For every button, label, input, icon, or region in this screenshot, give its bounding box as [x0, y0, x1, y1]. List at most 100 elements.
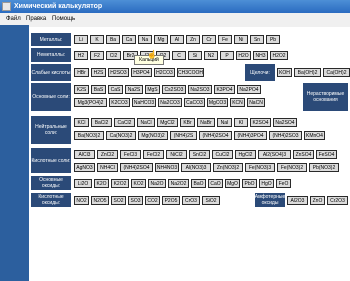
reagent-button[interactable]: P2O5 [162, 196, 180, 205]
reagent-button[interactable]: SO3 [128, 196, 143, 205]
reagent-button[interactable]: Li [74, 35, 88, 44]
reagent-button[interactable]: BaS [91, 85, 106, 94]
reagent-button[interactable]: (NH4)2S [170, 131, 197, 140]
reagent-button[interactable]: CO2 [145, 196, 160, 205]
reagent-button[interactable]: Ba(OH)2 [294, 68, 321, 77]
reagent-button[interactable]: N2O5 [91, 196, 109, 205]
output-area[interactable] [31, 207, 350, 281]
reagent-button[interactable]: Fe(NO3)3 [245, 163, 275, 172]
reagent-button[interactable]: P [220, 51, 234, 60]
reagent-button[interactable]: Cr [202, 35, 216, 44]
reagent-button[interactable]: MgCl2 [157, 118, 178, 127]
reagent-button[interactable]: K3PO4 [214, 85, 235, 94]
reagent-button[interactable]: Na2SO3 [188, 85, 212, 94]
reagent-button[interactable]: FeSO4 [316, 150, 337, 159]
reagent-button[interactable]: K2S [74, 85, 89, 94]
reagent-button[interactable]: CrO3 [182, 196, 200, 205]
reagent-button[interactable]: Al(NO3)3 [181, 163, 211, 172]
reagent-button[interactable]: N2 [204, 51, 218, 60]
reagent-button[interactable]: Mg(NO3)2 [138, 131, 168, 140]
reagent-button[interactable]: K2O [94, 179, 109, 188]
reagent-button[interactable]: Ca(OH)2 [323, 68, 350, 77]
reagent-button[interactable]: Cr2O3 [327, 196, 348, 205]
reagent-button[interactable]: MgO [225, 179, 240, 188]
reagent-button[interactable]: KI [234, 118, 248, 127]
menu-edit[interactable]: Правка [26, 14, 46, 25]
reagent-button[interactable]: Zn(NO3)2 [213, 163, 243, 172]
reagent-button[interactable]: NaCl [137, 118, 155, 127]
reagent-button[interactable]: NaHCO3 [132, 98, 156, 107]
reagent-button[interactable]: H2CO3 [154, 68, 175, 77]
reagent-button[interactable]: Na2O2 [168, 179, 189, 188]
reagent-button[interactable]: K2O2 [111, 179, 129, 188]
reagent-button[interactable]: SnCl2 [189, 150, 210, 159]
reagent-button[interactable]: Fe [218, 35, 232, 44]
reagent-button[interactable]: KO2 [131, 179, 146, 188]
reagent-button[interactable]: KOH [277, 68, 292, 77]
reagent-button[interactable]: PbO [242, 179, 257, 188]
reagent-button[interactable]: NH4Cl [97, 163, 118, 172]
reagent-button[interactable]: FeCl3 [120, 150, 141, 159]
reagent-button[interactable]: HBr [74, 68, 89, 77]
reagent-button[interactable]: Fe(NO3)2 [277, 163, 307, 172]
reagent-button[interactable]: NiCl2 [166, 150, 187, 159]
reagent-button[interactable]: KCN [230, 98, 245, 107]
reagent-button[interactable]: MgS [145, 85, 160, 94]
reagent-button[interactable]: MgCO3 [207, 98, 228, 107]
reagent-button[interactable]: CuCl2 [212, 150, 233, 159]
reagent-button[interactable]: H2O [236, 51, 251, 60]
reagent-button[interactable]: K [90, 35, 104, 44]
reagent-button[interactable]: Na2O [148, 179, 166, 188]
reagent-button[interactable]: Na [138, 35, 152, 44]
reagent-button[interactable]: Al2(SO4)3 [258, 150, 291, 159]
reagent-button[interactable]: H2 [74, 51, 88, 60]
reagent-button[interactable]: CH3COOH [177, 68, 204, 77]
reagent-button[interactable]: Na2CO3 [158, 98, 182, 107]
reagent-button[interactable]: (NH4)3PO4 [234, 131, 267, 140]
reagent-button[interactable]: FeCl2 [143, 150, 164, 159]
reagent-button[interactable]: H2SO3 [108, 68, 129, 77]
reagent-button[interactable]: KBr [180, 118, 195, 127]
reagent-button[interactable]: Al [170, 35, 184, 44]
reagent-button[interactable]: (NH4)2SO4 [199, 131, 232, 140]
reagent-button[interactable]: H3PO4 [131, 68, 152, 77]
reagent-button[interactable]: Mg [154, 35, 168, 44]
reagent-button[interactable]: Zn [186, 35, 200, 44]
reagent-button[interactable]: Ca(NO3)2 [106, 131, 136, 140]
reagent-button[interactable]: ZnO [310, 196, 325, 205]
reagent-button[interactable]: Al2O3 [287, 196, 308, 205]
reagent-button[interactable]: NH3 [253, 51, 268, 60]
reagent-button[interactable]: SO2 [111, 196, 126, 205]
reagent-button[interactable]: (NH4)2SO4 [120, 163, 153, 172]
reagent-button[interactable]: NaBr [197, 118, 215, 127]
reagent-button[interactable]: KMnO4 [304, 131, 325, 140]
reagent-button[interactable]: NaI [217, 118, 232, 127]
reagent-button[interactable]: BaO [191, 179, 206, 188]
reagent-button[interactable]: H2O2 [270, 51, 288, 60]
reagent-button[interactable]: Cs2SO3 [162, 85, 186, 94]
reagent-button[interactable]: Ni [234, 35, 248, 44]
reagent-button[interactable]: KCl [74, 118, 89, 127]
reagent-button[interactable]: NH4NO3 [155, 163, 179, 172]
reagent-button[interactable]: SiO2 [202, 196, 220, 205]
reagent-button[interactable]: F2 [90, 51, 104, 60]
reagent-button[interactable]: Pb(NO3)2 [309, 163, 339, 172]
reagent-button[interactable]: CaCl2 [114, 118, 135, 127]
reagent-button[interactable]: AlCl3 [74, 150, 95, 159]
reagent-button[interactable]: K2SO4 [250, 118, 271, 127]
reagent-button[interactable]: Mg3(PO4)2 [74, 98, 107, 107]
reagent-button[interactable]: AgNO3 [74, 163, 95, 172]
reagent-button[interactable]: Na2PO4 [237, 85, 261, 94]
menu-help[interactable]: Помощь [52, 14, 75, 25]
menu-file[interactable]: Файл [6, 14, 21, 25]
reagent-button[interactable]: Ca [122, 35, 136, 44]
reagent-button[interactable]: FeO [276, 179, 291, 188]
reagent-button[interactable]: Sn [250, 35, 264, 44]
reagent-button[interactable]: NaCN [247, 98, 265, 107]
reagent-button[interactable]: H2S [91, 68, 106, 77]
reagent-button[interactable]: CaS [108, 85, 123, 94]
reagent-button[interactable]: ZnCl2 [97, 150, 118, 159]
reagent-button[interactable]: CaCO3 [184, 98, 205, 107]
reagent-button[interactable]: Na2S [125, 85, 143, 94]
reagent-button[interactable]: Na2SO4 [273, 118, 297, 127]
